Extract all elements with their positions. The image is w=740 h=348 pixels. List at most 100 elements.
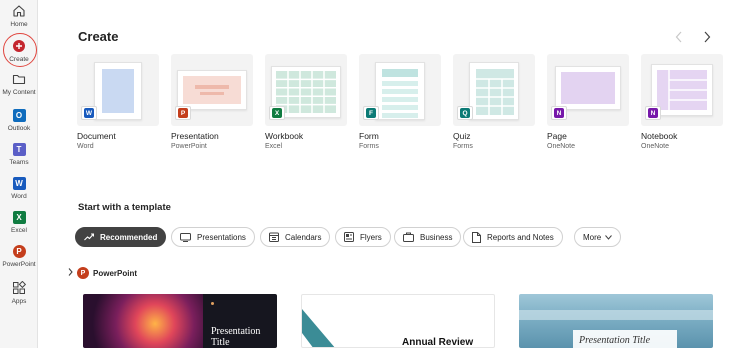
rail-label-create: Create	[9, 56, 29, 63]
create-card-notebook[interactable]: N Notebook OneNote	[641, 54, 723, 150]
create-card-quiz[interactable]: Q Quiz Forms	[453, 54, 535, 150]
rail-label-my-content: My Content	[2, 89, 36, 96]
rail-label-teams: Teams	[9, 159, 29, 166]
excel-icon: X	[11, 209, 27, 225]
quiz-graphic	[476, 69, 514, 115]
create-prev-button[interactable]	[675, 31, 683, 46]
word-icon: W	[11, 175, 27, 191]
workbook-thumbnail: X	[265, 54, 347, 126]
rail-outlook[interactable]: O Outlook	[0, 107, 38, 132]
create-card-workbook[interactable]: X Workbook Excel	[265, 54, 347, 150]
forms-icon: F	[363, 106, 379, 120]
trending-icon	[84, 233, 94, 241]
template-heading: Start with a template	[78, 202, 171, 213]
forms-icon: Q	[457, 106, 473, 120]
onenote-icon: N	[645, 106, 661, 120]
powerpoint-icon: P	[175, 106, 191, 120]
teams-icon: T	[11, 141, 27, 157]
rail-create[interactable]: Create	[0, 38, 38, 63]
card-app: OneNote	[547, 143, 576, 150]
card-app: Word	[77, 143, 94, 150]
card-title: Presentation	[171, 131, 219, 141]
monitor-icon	[180, 232, 191, 242]
form-thumbnail: F	[359, 54, 441, 126]
create-heading: Create	[78, 29, 119, 44]
template-title: Presentation Title	[211, 326, 261, 348]
powerpoint-icon: P	[11, 243, 27, 259]
template-title: Presentation Title	[579, 335, 651, 346]
card-app: PowerPoint	[171, 143, 207, 150]
chip-presentations[interactable]: Presentations	[171, 227, 255, 247]
card-title: Workbook	[265, 131, 304, 141]
template-title-box: Presentation Title	[573, 330, 677, 348]
rail-word[interactable]: W Word	[0, 175, 38, 200]
document-icon	[472, 231, 481, 243]
powerpoint-icon: P	[77, 267, 89, 279]
flyer-icon	[344, 232, 354, 242]
template-image-sparkle	[83, 294, 203, 348]
card-title: Quiz	[453, 131, 471, 141]
card-title: Notebook	[641, 131, 678, 141]
app-rail: Home Create My Content O Outlook T Teams…	[0, 0, 38, 348]
word-icon: W	[81, 106, 97, 120]
create-card-page[interactable]: N Page OneNote	[547, 54, 629, 150]
accent-dot	[211, 302, 214, 305]
create-card-document[interactable]: W Document Word	[77, 54, 159, 150]
chip-calendars[interactable]: Calendars	[260, 227, 331, 247]
chip-reports-notes[interactable]: Reports and Notes	[463, 227, 563, 247]
rail-teams[interactable]: T Teams	[0, 141, 38, 166]
rail-label-outlook: Outlook	[7, 125, 31, 132]
card-app: Forms	[453, 143, 473, 150]
presentation-thumbnail: P	[171, 54, 253, 126]
powerpoint-group-toggle[interactable]: P PowerPoint	[68, 267, 137, 279]
card-title: Document	[77, 131, 116, 141]
rail-powerpoint[interactable]: P PowerPoint	[0, 243, 38, 268]
rail-apps[interactable]: Apps	[0, 280, 38, 305]
rail-label-apps: Apps	[11, 298, 27, 305]
template-card-presentation-title[interactable]: Presentation Title	[83, 294, 277, 348]
quiz-thumbnail: Q	[453, 54, 535, 126]
calendar-icon	[269, 232, 279, 242]
chevron-right-icon	[68, 268, 73, 278]
chip-recommended[interactable]: Recommended	[75, 227, 167, 247]
card-app: Excel	[265, 143, 283, 150]
teal-stripe-graphic	[302, 309, 335, 347]
rail-excel[interactable]: X Excel	[0, 209, 38, 234]
create-card-presentation[interactable]: P Presentation PowerPoint	[171, 54, 253, 150]
onenote-icon: N	[551, 106, 567, 120]
rail-label-home: Home	[10, 21, 28, 28]
outlook-icon: O	[11, 107, 27, 123]
chip-more[interactable]: More	[574, 227, 622, 247]
chip-business[interactable]: Business	[394, 227, 462, 247]
rail-label-powerpoint: PowerPoint	[2, 261, 36, 268]
home-icon	[11, 3, 27, 19]
chevron-right-icon	[704, 31, 711, 43]
wave-band	[519, 310, 713, 320]
notebook-thumbnail: N	[641, 54, 723, 126]
chevron-left-icon	[675, 31, 682, 43]
rail-my-content[interactable]: My Content	[0, 71, 38, 96]
plus-circle-icon	[11, 38, 27, 54]
chip-flyers[interactable]: Flyers	[335, 227, 391, 247]
powerpoint-group-label: PowerPoint	[93, 268, 138, 278]
rail-label-word: Word	[11, 193, 27, 200]
rail-home[interactable]: Home	[0, 3, 38, 28]
grid-graphic	[276, 71, 336, 113]
card-title: Form	[359, 131, 379, 141]
notebook-graphic	[657, 70, 707, 110]
folder-icon	[11, 71, 27, 87]
create-next-button[interactable]	[703, 31, 711, 46]
card-app: OneNote	[641, 143, 670, 150]
briefcase-icon	[403, 232, 414, 242]
card-title: Page	[547, 131, 567, 141]
document-thumbnail: W	[77, 54, 159, 126]
create-card-form[interactable]: F Form Forms	[359, 54, 441, 150]
excel-icon: X	[269, 106, 285, 120]
apps-icon	[11, 280, 27, 296]
template-title: Annual Review	[402, 337, 474, 348]
page-thumbnail: N	[547, 54, 629, 126]
template-card-annual-review[interactable]: Annual Review	[301, 294, 495, 348]
card-app: Forms	[359, 143, 379, 150]
template-card-ocean[interactable]: Presentation Title	[519, 294, 713, 348]
rail-label-excel: Excel	[11, 227, 27, 234]
